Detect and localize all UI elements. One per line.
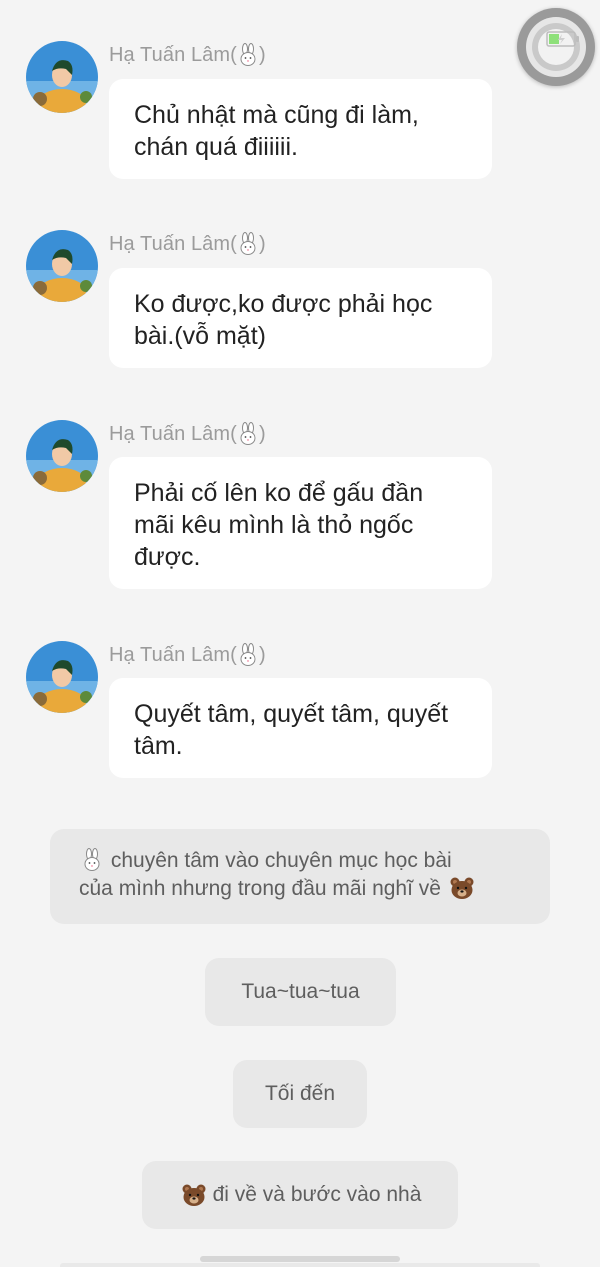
bear-icon — [182, 1184, 206, 1206]
message-line: được. — [134, 543, 201, 571]
narration-line: chuyên tâm vào chuyên mục học bài — [79, 847, 452, 875]
narration-text: Tối đến — [264, 1082, 336, 1105]
sender-name: Hạ Tuấn Lâm( ) — [109, 422, 266, 445]
message-bubble[interactable]: Ko được,ko được phải học bài.(vỗ mặt) — [109, 268, 492, 368]
sender-name: Hạ Tuấn Lâm( ) — [109, 43, 266, 66]
message-line: mãi kêu mình là thỏ ngốc — [134, 511, 414, 539]
message-bubble[interactable]: Phải cố lên ko để gấu đần mãi kêu mình l… — [109, 457, 492, 589]
message-line: Quyết tâm, quyết tâm, quyết — [134, 700, 449, 728]
message-line: chán quá điiiiii. — [134, 133, 298, 161]
avatar[interactable] — [26, 641, 98, 713]
narration-card: chuyên tâm vào chuyên mục học bài của mì… — [50, 829, 550, 924]
rabbit-icon — [240, 643, 256, 666]
rabbit-icon — [240, 43, 256, 66]
narration-line: của mình nhưng trong đầu mãi nghĩ về — [79, 875, 477, 903]
avatar[interactable] — [26, 230, 98, 302]
rabbit-icon — [240, 232, 256, 255]
rabbit-icon — [84, 848, 100, 871]
narration-card: đi về và bước vào nhà — [142, 1161, 458, 1229]
message-line: bài.(vỗ mặt) — [134, 322, 266, 350]
narration-card: Tua~tua~tua — [205, 958, 396, 1026]
bear-icon — [450, 877, 474, 899]
narration-card: Tối đến — [233, 1060, 367, 1128]
rabbit-icon — [240, 422, 256, 445]
assistive-touch-button[interactable] — [517, 8, 595, 86]
avatar[interactable] — [26, 41, 98, 113]
narration-text: đi về và bước vào nhà — [212, 1183, 422, 1206]
message-line: Phải cố lên ko để gấu đần — [134, 479, 424, 507]
home-indicator[interactable] — [200, 1256, 400, 1262]
narration-text: Tua~tua~tua — [241, 980, 360, 1003]
message-line: Ko được,ko được phải học — [134, 290, 433, 318]
message-line: Chủ nhật mà cũng đi làm, — [134, 101, 419, 129]
sender-name: Hạ Tuấn Lâm( ) — [109, 643, 266, 666]
message-bubble[interactable]: Chủ nhật mà cũng đi làm, chán quá điiiii… — [109, 79, 492, 179]
sender-name: Hạ Tuấn Lâm( ) — [109, 232, 266, 255]
bottom-bar-edge — [60, 1263, 540, 1267]
avatar[interactable] — [26, 420, 98, 492]
message-bubble[interactable]: Quyết tâm, quyết tâm, quyết tâm. — [109, 678, 492, 778]
message-line: tâm. — [134, 732, 183, 760]
battery-icon — [546, 31, 579, 47]
chat-screen: Hạ Tuấn Lâm( ) Chủ nhật mà cũng đi làm, … — [0, 0, 600, 1267]
